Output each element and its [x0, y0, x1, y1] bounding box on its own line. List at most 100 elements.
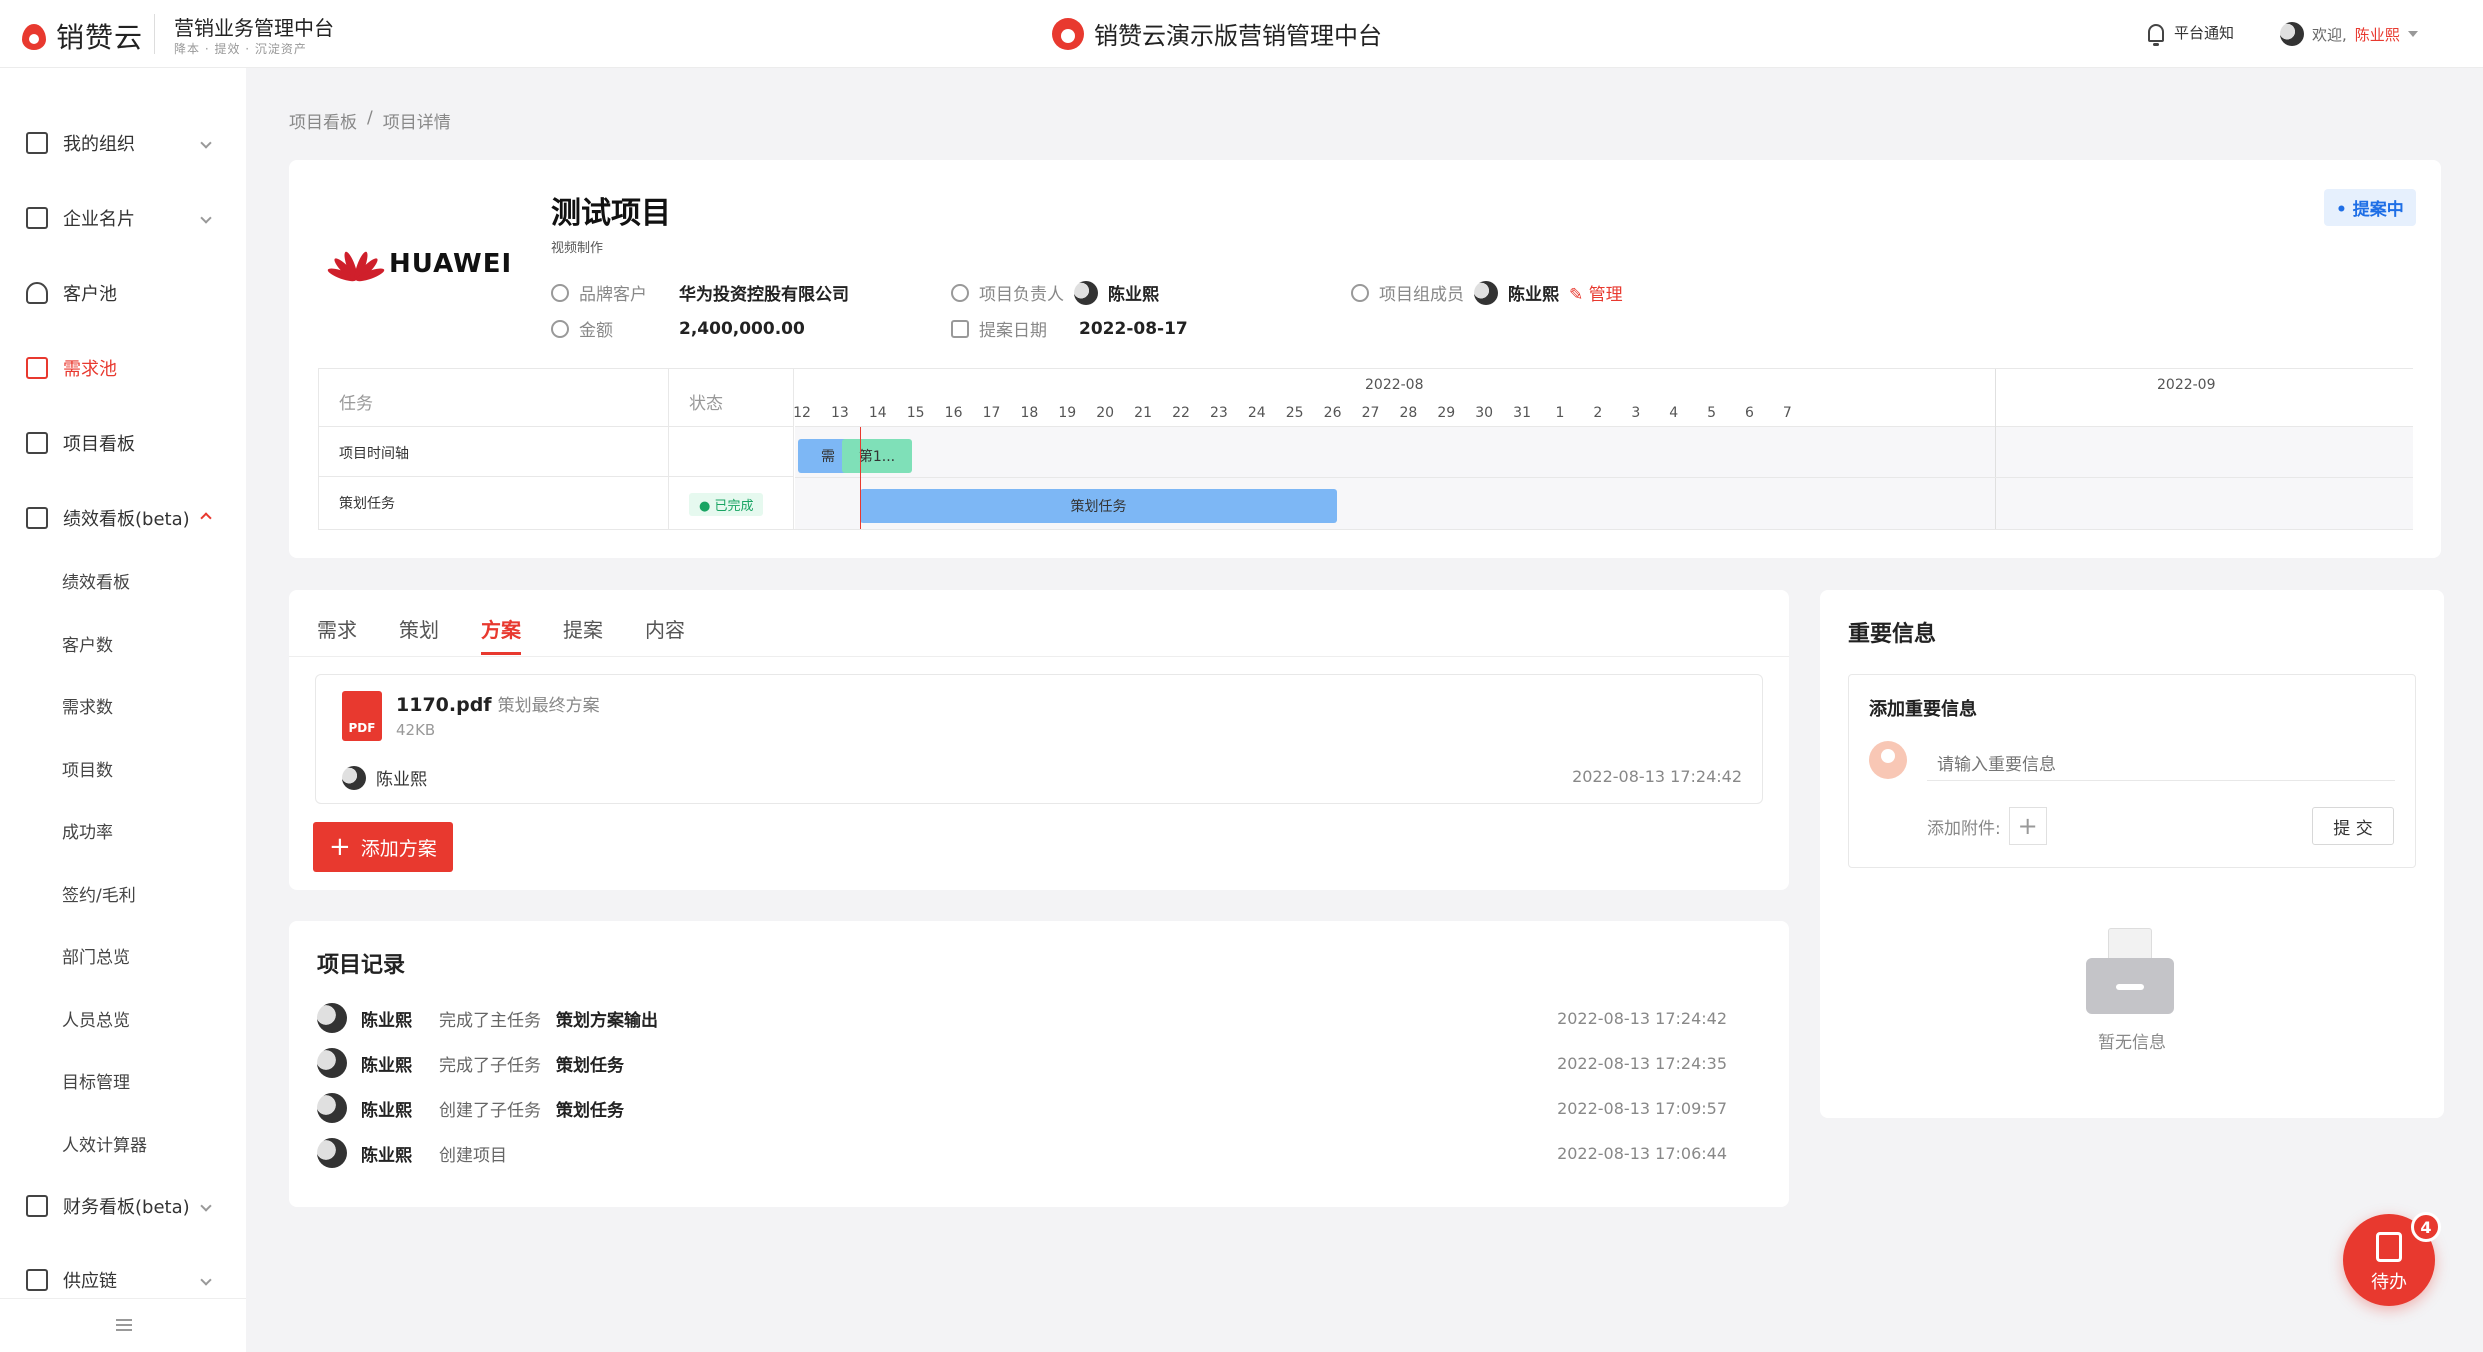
add-info-title: 添加重要信息	[1869, 699, 1977, 720]
bell-icon	[2148, 23, 2164, 46]
center-logo-icon	[1052, 17, 1084, 50]
huawei-flower-icon	[326, 246, 386, 284]
brand-client-link[interactable]: 华为投资控股有限公司	[679, 280, 849, 305]
todo-floating-button[interactable]: 待办 4	[2343, 1212, 2441, 1306]
chart-icon	[26, 507, 48, 529]
pdf-file-icon: PDF	[342, 691, 382, 741]
sidebar-item-supply-chain[interactable]: 供应链	[0, 1260, 246, 1300]
meta-amount: 金额 2,400,000.00	[551, 316, 805, 341]
gantt-row[interactable]: 策划任务	[319, 477, 668, 527]
gantt-day-label: 31	[1513, 405, 1531, 421]
add-solution-button[interactable]: + 添加方案	[313, 822, 453, 872]
important-info-title: 重要信息	[1848, 622, 1937, 647]
gantt-bar-milestone[interactable]: 第1...	[842, 439, 912, 473]
gantt-day-label: 19	[1058, 405, 1077, 421]
sidebar-subitem[interactable]: 绩效看板	[62, 568, 130, 593]
file-item[interactable]: PDF 1170.pdf 策划最终方案 42KB 陈业熙 2022-08-13 1…	[315, 674, 1763, 804]
sidebar: 我的组织 企业名片 客户池 需求池 项目看板 绩效看板(beta) 绩效看板 客…	[0, 68, 246, 1352]
record-row: 陈业熙 完成了子任务 策划任务 2022-08-13 17:24:35	[317, 1046, 1727, 1080]
sidebar-subitem[interactable]: 部门总览	[62, 943, 130, 968]
chevron-up-icon	[200, 512, 212, 524]
submit-button[interactable]: 提 交	[2312, 807, 2394, 845]
gantt-status-cell: ● 已完成	[669, 477, 793, 527]
clipboard-icon	[26, 357, 48, 379]
gantt-day-label: 23	[1209, 405, 1228, 421]
sidebar-item-project-board[interactable]: 项目看板	[0, 423, 246, 463]
caret-down-icon	[2407, 31, 2418, 37]
gantt-bar-planning-task[interactable]: 策划任务	[860, 489, 1337, 523]
gantt-day-label: 2	[1593, 405, 1603, 421]
notification-button[interactable]: 平台通知	[2148, 22, 2234, 46]
gantt-day-label: 20	[1096, 405, 1115, 421]
app-logo[interactable]: 销赞云	[20, 16, 143, 56]
sidebar-item-company-card[interactable]: 企业名片	[0, 198, 246, 238]
avatar	[317, 1138, 347, 1168]
meta-label: 品牌客户	[579, 285, 647, 305]
yen-icon	[26, 1195, 48, 1217]
gantt-row-divider	[795, 477, 2413, 478]
sidebar-subitem[interactable]: 人效计算器	[62, 1131, 147, 1156]
manage-label: 管理	[1588, 285, 1623, 305]
client-logo-text: HUAWEI	[389, 249, 513, 279]
tab-planning[interactable]: 策划	[399, 614, 439, 643]
file-uploader: 陈业熙	[342, 765, 427, 790]
add-attachment-button[interactable]: +	[2008, 807, 2047, 845]
record-target: 策划任务	[556, 1100, 624, 1121]
gantt-row[interactable]: 项目时间轴	[319, 427, 668, 477]
gantt-day-label: 3	[1631, 405, 1641, 421]
gantt-day-label: 25	[1285, 405, 1304, 421]
record-time: 2022-08-13 17:06:44	[1557, 1143, 1727, 1163]
brand-title: 营销业务管理中台	[174, 16, 334, 40]
sidebar-subitem[interactable]: 客户数	[62, 631, 113, 656]
record-time: 2022-08-13 17:24:42	[1557, 1008, 1727, 1028]
breadcrumb-current: 项目详情	[382, 113, 451, 133]
file-name[interactable]: 1170.pdf 策划最终方案	[396, 691, 600, 716]
user-menu[interactable]: 欢迎, 陈业熙	[2280, 22, 2418, 46]
meta-label: 金额	[579, 321, 613, 341]
sidebar-item-demand-pool[interactable]: 需求池	[0, 348, 246, 388]
user-avatar-icon	[1869, 741, 1907, 779]
todo-count-badge: 4	[2411, 1212, 2441, 1242]
tab-proposal[interactable]: 提案	[563, 614, 603, 643]
sidebar-subitem[interactable]: 签约/毛利	[62, 881, 136, 906]
sidebar-subitem[interactable]: 成功率	[62, 818, 113, 843]
tab-bar: 需求 策划 方案 提案 内容	[317, 614, 685, 655]
meta-value: 陈业熙	[1108, 285, 1159, 305]
sidebar-item-performance-board[interactable]: 绩效看板(beta)	[0, 498, 246, 538]
project-title: 测试项目	[551, 196, 671, 231]
project-header-card: HUAWEI 测试项目 视频制作 • 提案中 品牌客户 华为投资控股有限公司 金…	[289, 160, 2441, 558]
done-status-tag: ● 已完成	[689, 493, 764, 516]
sidebar-subitem[interactable]: 目标管理	[62, 1068, 130, 1093]
project-records-card: 项目记录 陈业熙 完成了主任务 策划方案输出 2022-08-13 17:24:…	[289, 921, 1789, 1207]
tab-solution[interactable]: 方案	[481, 614, 521, 655]
gantt-day-label: 6	[1745, 405, 1754, 421]
empty-state-text: 暂无信息	[2098, 1033, 2166, 1053]
gantt-day-label: 18	[1020, 405, 1039, 421]
client-logo: HUAWEI	[326, 246, 513, 284]
record-row: 陈业熙 完成了主任务 策划方案输出 2022-08-13 17:24:42	[317, 1001, 1727, 1035]
record-user: 陈业熙	[361, 1100, 412, 1121]
file-timestamp: 2022-08-13 17:24:42	[1572, 767, 1742, 786]
sidebar-item-customer-pool[interactable]: 客户池	[0, 273, 246, 313]
sidebar-subitem[interactable]: 人员总览	[62, 1006, 130, 1031]
person-icon	[26, 282, 48, 304]
meta-value: 2,400,000.00	[679, 318, 805, 339]
record-user: 陈业熙	[361, 1145, 412, 1166]
sidebar-item-label: 企业名片	[63, 209, 135, 230]
breadcrumb-link[interactable]: 项目看板	[289, 108, 357, 133]
tab-content[interactable]: 内容	[645, 614, 685, 643]
sidebar-item-label: 绩效看板(beta)	[63, 509, 190, 530]
sidebar-subitem[interactable]: 需求数	[62, 693, 113, 718]
attachment-label: 添加附件:	[1927, 818, 2001, 839]
chevron-down-icon	[200, 137, 212, 149]
logo-text: 销赞云	[56, 21, 144, 54]
sidebar-item-finance-board[interactable]: 财务看板(beta)	[0, 1186, 246, 1226]
important-info-input[interactable]	[1927, 741, 2395, 781]
sidebar-collapse-button[interactable]	[0, 1298, 246, 1352]
gantt-timeline[interactable]: 2022-08 2022-09 12 13 14 15 16 17 18 19 20 21 22 23…	[793, 369, 2413, 529]
sidebar-subitem[interactable]: 项目数	[62, 756, 113, 781]
sidebar-item-my-org[interactable]: 我的组织	[0, 123, 246, 163]
tab-demand[interactable]: 需求	[317, 614, 357, 643]
manage-members-link[interactable]: ✎ 管理	[1569, 280, 1623, 305]
gantt-day-label: 28	[1399, 405, 1418, 421]
